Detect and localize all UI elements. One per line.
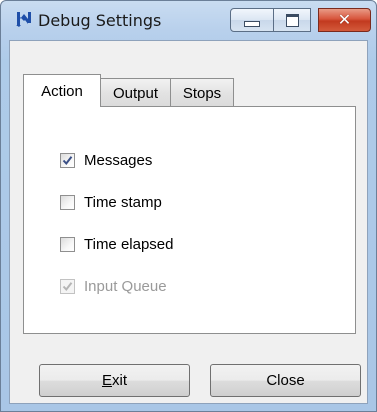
time-stamp-checkbox[interactable] xyxy=(60,194,75,210)
close-button-label: Close xyxy=(266,372,305,389)
close-window-button[interactable]: ✕ xyxy=(318,8,371,32)
messages-checkbox[interactable] xyxy=(60,152,75,168)
minimize-icon xyxy=(244,21,260,27)
tab-action[interactable]: Action xyxy=(23,74,101,107)
close-button[interactable]: Close xyxy=(210,364,361,397)
dialog-client-area: Action Output Stops Messages Time stamp xyxy=(9,40,368,404)
exit-label-rest: xit xyxy=(112,372,127,389)
title-bar[interactable]: Debug Settings ✕ xyxy=(1,1,376,33)
input-queue-checkbox xyxy=(60,278,75,294)
debug-app-icon[interactable] xyxy=(14,8,34,28)
time-stamp-label: Time stamp xyxy=(84,193,162,211)
maximize-button[interactable] xyxy=(273,8,311,32)
tab-output-label: Output xyxy=(112,84,159,102)
input-queue-option: Input Queue xyxy=(60,276,167,296)
time-elapsed-checkbox[interactable] xyxy=(60,236,75,252)
close-icon: ✕ xyxy=(337,10,352,29)
exit-mnemonic: E xyxy=(101,372,112,389)
tab-output[interactable]: Output xyxy=(100,78,171,107)
time-stamp-option[interactable]: Time stamp xyxy=(60,192,162,212)
messages-option[interactable]: Messages xyxy=(60,150,152,170)
time-elapsed-option[interactable]: Time elapsed xyxy=(60,234,174,254)
window-title: Debug Settings xyxy=(38,11,162,30)
tab-stops[interactable]: Stops xyxy=(170,78,234,107)
tab-panel-action: Messages Time stamp Time elapsed Input Q… xyxy=(23,106,356,334)
tab-action-label: Action xyxy=(41,82,83,100)
messages-label: Messages xyxy=(84,151,153,169)
input-queue-label: Input Queue xyxy=(84,277,167,295)
debug-settings-window: Debug Settings ✕ Action Output Stops Mes… xyxy=(0,0,377,412)
maximize-icon xyxy=(285,13,299,27)
minimize-button[interactable] xyxy=(230,8,274,32)
checkmark-icon xyxy=(62,155,73,165)
checkmark-icon xyxy=(62,281,73,291)
exit-button[interactable]: Exit xyxy=(39,364,190,397)
tab-stops-label: Stops xyxy=(182,84,222,102)
time-elapsed-label: Time elapsed xyxy=(84,235,174,253)
